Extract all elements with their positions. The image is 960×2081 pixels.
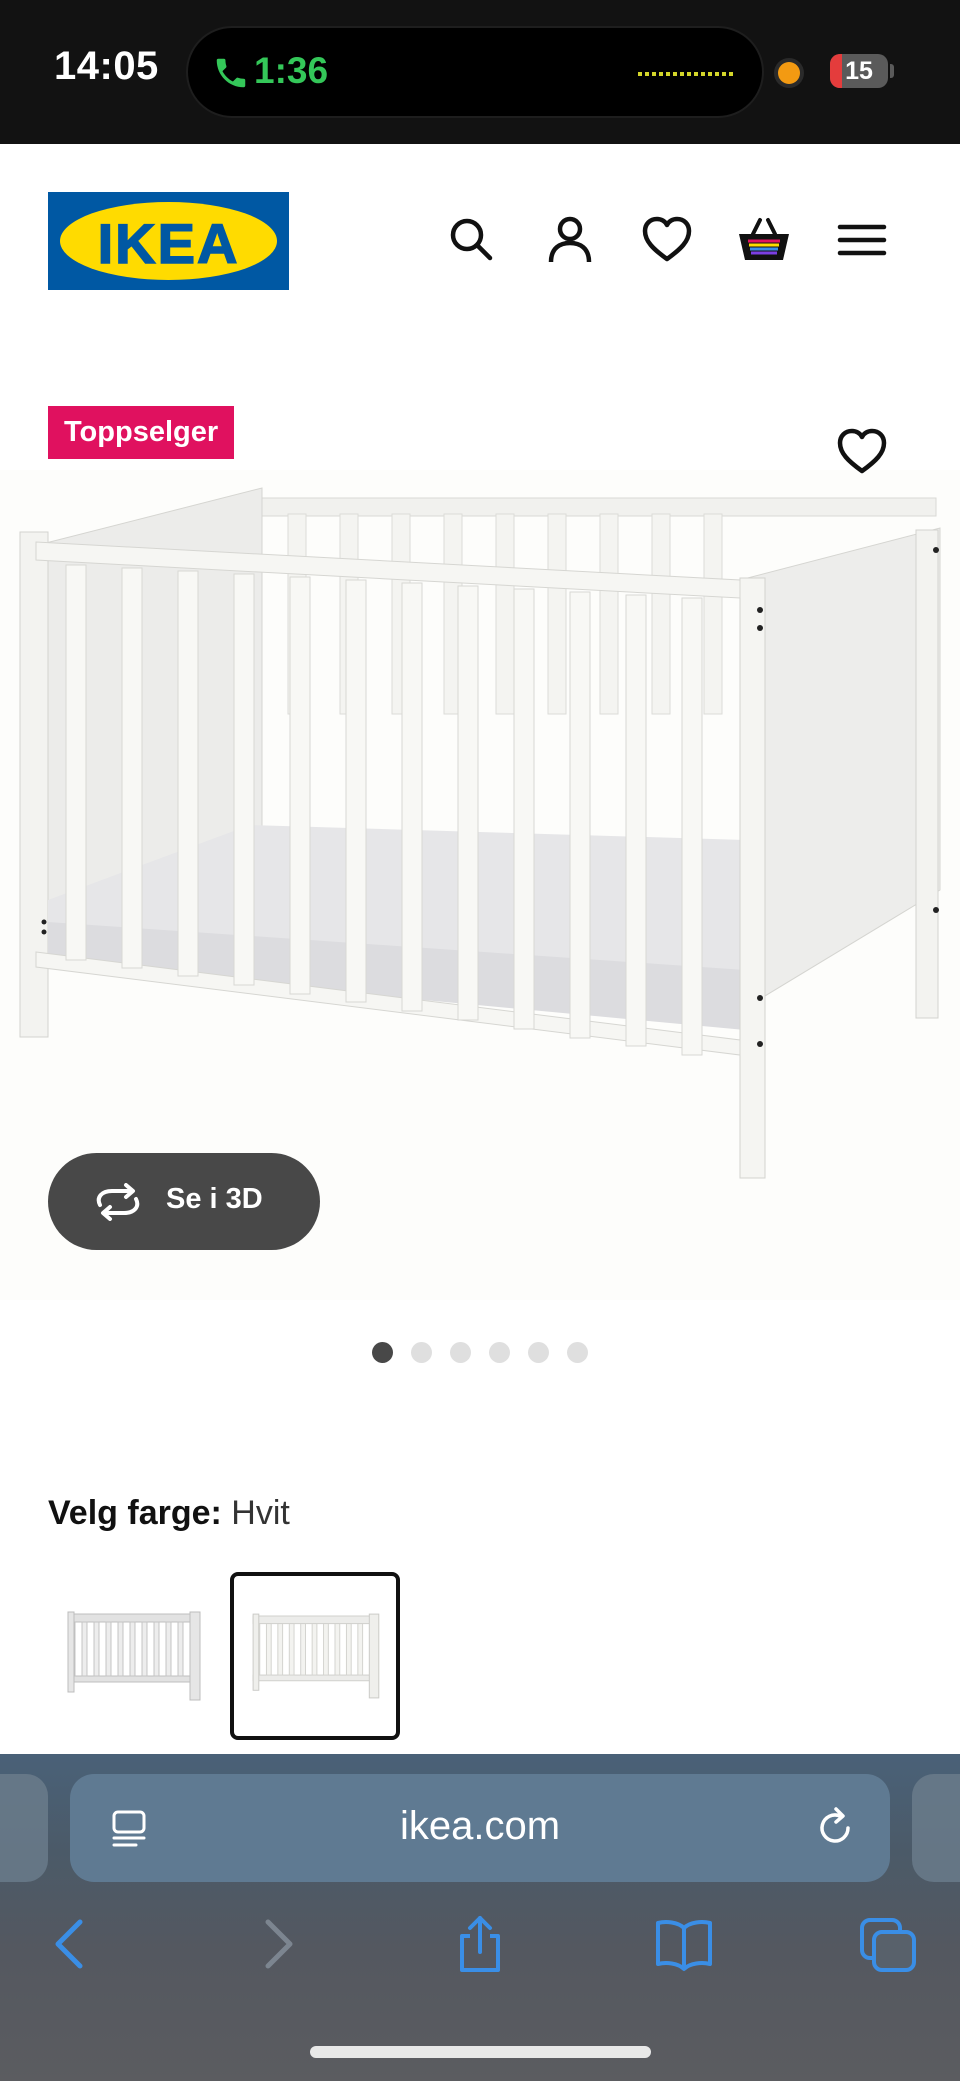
home-indicator[interactable] — [310, 2046, 651, 2058]
pagination-dot[interactable] — [372, 1342, 393, 1363]
heart-icon[interactable] — [639, 212, 695, 268]
bookmarks-icon[interactable] — [654, 1914, 714, 1974]
reload-icon[interactable] — [812, 1804, 860, 1852]
menu-icon[interactable] — [834, 212, 890, 268]
phone-icon — [216, 58, 246, 88]
audio-waveform — [638, 72, 736, 76]
view-3d-button[interactable]: Se i 3D — [48, 1153, 320, 1250]
mic-indicator — [778, 62, 800, 84]
share-icon[interactable] — [450, 1914, 510, 1974]
battery-level: 15 — [845, 57, 873, 85]
url-text: ikea.com — [399, 1804, 561, 1848]
pagination-dot[interactable] — [489, 1342, 510, 1363]
next-tab-preview[interactable] — [912, 1774, 960, 1882]
previous-tab-preview[interactable] — [0, 1774, 48, 1882]
basket-icon[interactable] — [736, 212, 792, 268]
battery-tip — [890, 64, 894, 78]
view-3d-label: Se i 3D — [166, 1183, 263, 1215]
dynamic-island[interactable]: 1:36 — [186, 26, 764, 118]
color-select-label-row: Velg farge: Hvit — [48, 1494, 290, 1533]
pagination-dot[interactable] — [450, 1342, 471, 1363]
pagination-dot[interactable] — [411, 1342, 432, 1363]
pagination-dot[interactable] — [567, 1342, 588, 1363]
swatch-crib-thumbnail — [67, 1611, 201, 1701]
status-time: 14:05 — [54, 44, 159, 88]
ikea-logo[interactable]: IKEA — [48, 192, 289, 290]
status-bar: 14:05 1:36 15 — [0, 0, 960, 144]
address-bar[interactable]: ikea.com — [70, 1774, 890, 1882]
back-icon[interactable] — [40, 1914, 100, 1974]
search-icon[interactable] — [444, 212, 500, 268]
logo-text: IKEA — [97, 211, 240, 276]
tabs-icon[interactable] — [858, 1914, 918, 1974]
color-label: Velg farge: — [48, 1494, 222, 1532]
color-swatch-option[interactable] — [48, 1572, 218, 1740]
top-seller-badge: Toppselger — [48, 406, 235, 459]
color-value: Hvit — [231, 1494, 290, 1532]
color-swatch-option-selected[interactable] — [230, 1572, 400, 1740]
user-icon[interactable] — [542, 212, 598, 268]
swatch-crib-thumbnail — [252, 1613, 380, 1699]
battery-icon: 15 — [830, 54, 888, 88]
favourite-heart-icon[interactable] — [834, 424, 890, 480]
forward-icon[interactable] — [248, 1914, 308, 1974]
rotate-3d-icon — [96, 1183, 140, 1221]
call-timer: 1:36 — [254, 50, 329, 91]
browser-toolbar: ikea.com — [0, 1754, 960, 2081]
pagination-dot[interactable] — [528, 1342, 549, 1363]
